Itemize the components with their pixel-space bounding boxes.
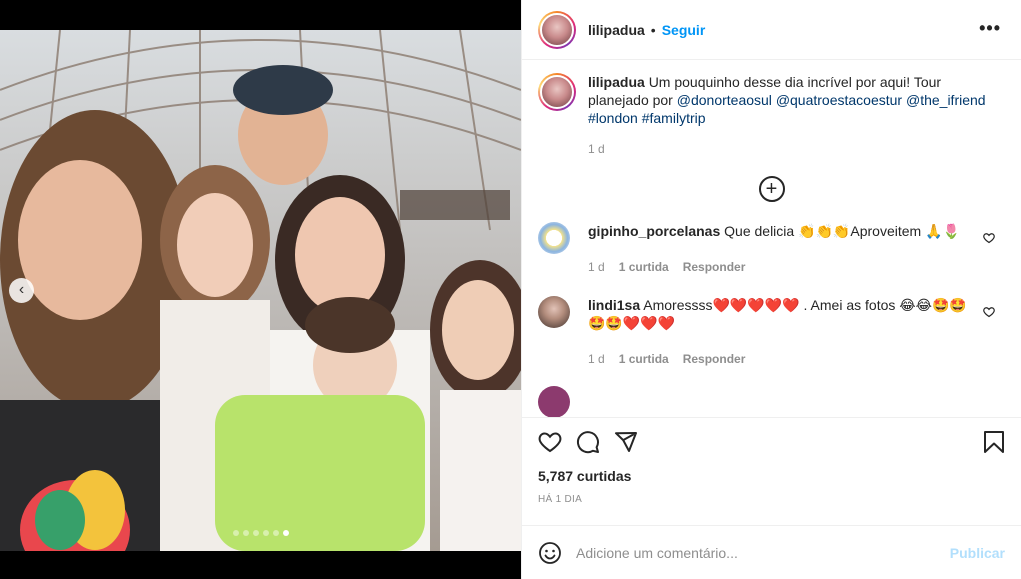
separator-dot: • [650, 21, 656, 38]
commenter-avatar[interactable] [538, 386, 570, 417]
heart-icon[interactable] [983, 306, 995, 318]
commenter-avatar[interactable] [538, 222, 570, 254]
avatar-photo [540, 12, 574, 47]
comment-time: 1 d [588, 352, 605, 366]
comment-text: Que delicia 👏👏👏Aproveitem 🙏🌷 [724, 223, 960, 239]
comment-time: 1 d [588, 260, 605, 274]
comment-meta: 1 d 1 curtida Responder [588, 258, 968, 276]
post-photo[interactable] [0, 30, 521, 551]
comment-likes[interactable]: 1 curtida [619, 350, 669, 368]
chevron-left-icon: ‹ [18, 280, 25, 298]
carousel-indicator [0, 530, 521, 536]
comment-body: gipinho_porcelanas Que delicia 👏👏👏Aprove… [588, 222, 968, 276]
paper-plane-icon[interactable] [614, 430, 638, 454]
comment-bubble-icon[interactable] [576, 430, 600, 454]
comment-item: gipinho_porcelanas Que delicia 👏👏👏Aprove… [538, 222, 1005, 276]
action-icons [538, 430, 1005, 454]
author-username[interactable]: lilipadua [588, 22, 645, 38]
load-more-comments: + [538, 176, 1005, 202]
comment-username[interactable]: gipinho_porcelanas [588, 223, 720, 239]
carousel-dot-active [282, 530, 289, 536]
ellipsis-icon[interactable]: ••• [979, 18, 1001, 39]
family-selfie-image [0, 30, 521, 551]
carousel-prev-button[interactable]: ‹ [9, 278, 34, 303]
reply-button[interactable]: Responder [683, 258, 746, 276]
publish-button[interactable]: Publicar [950, 545, 1005, 561]
caption-username[interactable]: lilipadua [588, 74, 645, 90]
comment-body: lindi1sa Amoressss❤️❤️❤️❤️❤️ . Amei as f… [588, 296, 968, 368]
add-comment-bar: Publicar [522, 525, 1021, 579]
commenter-avatar[interactable] [538, 296, 570, 328]
plus-circle-icon[interactable]: + [758, 176, 785, 202]
post-actions: 5,787 curtidas HÁ 1 DIA [522, 417, 1021, 525]
mention-link[interactable]: @the_ifriend [906, 92, 986, 108]
bookmark-icon[interactable] [983, 430, 1005, 454]
author-avatar[interactable] [538, 10, 576, 49]
caption-body: lilipadua Um pouquinho desse dia incríve… [588, 73, 988, 158]
carousel-dot [232, 530, 239, 536]
hashtag-link[interactable]: #familytrip [642, 110, 706, 126]
caption-avatar[interactable] [538, 73, 576, 111]
heart-icon[interactable] [983, 232, 995, 244]
carousel-dot [272, 530, 279, 536]
carousel-dot [252, 530, 259, 536]
comment-likes[interactable]: 1 curtida [619, 258, 669, 276]
avatar-photo [540, 75, 574, 109]
reply-button[interactable]: Responder [683, 350, 746, 368]
next-comment-peek [538, 386, 1005, 417]
mention-link[interactable]: @donorteaosul [677, 92, 772, 108]
comments-section[interactable]: lilipadua Um pouquinho desse dia incríve… [522, 61, 1021, 417]
carousel-dot [242, 530, 249, 536]
mention-link[interactable]: @quatroestacoestur [776, 92, 902, 108]
post-media: ‹ [0, 0, 521, 579]
comment-input[interactable] [576, 544, 950, 561]
post-modal: ‹ lilipadua • Seguir ••• lilipadua Um po… [0, 0, 1021, 579]
post-date: HÁ 1 DIA [538, 494, 583, 505]
likes-count[interactable]: 5,787 curtidas [538, 468, 1005, 484]
follow-button[interactable]: Seguir [662, 22, 706, 38]
hashtag-link[interactable]: #london [588, 110, 638, 126]
comment-text: Amoressss❤️❤️❤️❤️❤️ . Amei as fotos 😂😂🤩🤩… [588, 297, 967, 331]
smiley-icon[interactable] [538, 541, 562, 565]
post-caption: lilipadua Um pouquinho desse dia incríve… [538, 73, 1005, 158]
carousel-dot [262, 530, 269, 536]
post-side-panel: lilipadua • Seguir ••• lilipadua Um pouq… [521, 0, 1021, 579]
heart-icon[interactable] [538, 430, 562, 454]
comment-username[interactable]: lindi1sa [588, 297, 640, 313]
comment-meta: 1 d 1 curtida Responder [588, 350, 968, 368]
comment-item: lindi1sa Amoressss❤️❤️❤️❤️❤️ . Amei as f… [538, 296, 1005, 368]
post-header: lilipadua • Seguir ••• [522, 0, 1021, 60]
caption-time: 1 d [588, 142, 605, 156]
